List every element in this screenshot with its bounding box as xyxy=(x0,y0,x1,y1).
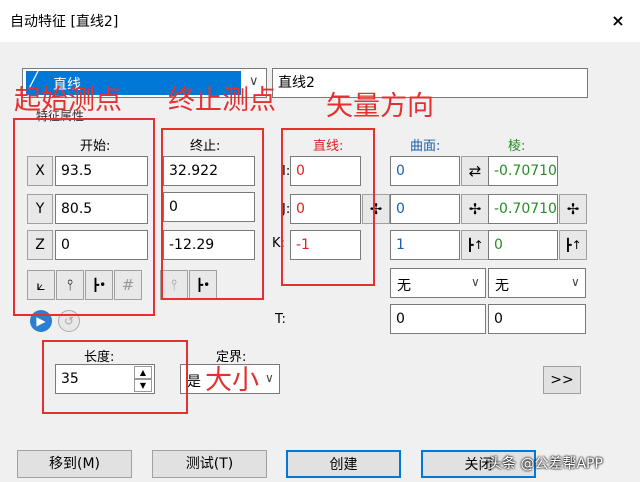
watermark: 头条 @公差帮APP xyxy=(488,456,603,472)
vector-annotation: 矢量方向 xyxy=(326,91,434,122)
surface-t-input[interactable]: 0 xyxy=(390,304,486,334)
t-label: T: xyxy=(275,312,286,327)
start-point-highlight-box xyxy=(13,118,155,316)
start-point-annotation: 起始测点 xyxy=(14,85,122,116)
edge-i-input[interactable]: -0.70710 xyxy=(488,156,558,186)
surface-header: 曲面: xyxy=(410,139,441,154)
bound-value: 是 xyxy=(187,374,201,390)
bound-label: 定界: xyxy=(216,350,247,365)
size-highlight-box xyxy=(42,340,188,414)
edge-perpendicular-icon[interactable]: ┣↑ xyxy=(559,230,587,260)
move-button[interactable]: 移到(M) xyxy=(17,450,132,478)
surface-dropdown[interactable]: 无 ∨ xyxy=(390,268,486,298)
surface-dropdown-value: 无 xyxy=(397,278,411,294)
close-icon[interactable]: × xyxy=(605,10,631,32)
flip-surface-vector-icon[interactable]: ✢ xyxy=(461,194,489,224)
flip-edge-vector-icon[interactable]: ✢ xyxy=(559,194,587,224)
expand-button[interactable]: >> xyxy=(543,366,581,394)
edge-dropdown-value: 无 xyxy=(495,278,509,294)
surface-i-input[interactable]: 0 xyxy=(390,156,460,186)
surface-j-input[interactable]: 0 xyxy=(390,194,460,224)
chevron-down-icon: ∨ xyxy=(471,275,480,289)
perpendicular-icon[interactable]: ┣↑ xyxy=(461,230,489,260)
swap-arrows-icon[interactable]: ⇄ xyxy=(461,156,489,186)
surface-k-input[interactable]: 1 xyxy=(390,230,460,260)
size-annotation: 大小 xyxy=(205,365,259,396)
chevron-down-icon: ∨ xyxy=(265,371,274,385)
edge-dropdown[interactable]: 无 ∨ xyxy=(488,268,586,298)
window-title: 自动特征 [直线2] xyxy=(10,14,119,30)
edge-k-input[interactable]: 0 xyxy=(488,230,558,260)
chevron-down-icon: ∨ xyxy=(571,275,580,289)
end-point-highlight-box xyxy=(161,128,264,300)
edge-t-input[interactable]: 0 xyxy=(488,304,586,334)
test-button[interactable]: 测试(T) xyxy=(152,450,267,478)
create-button[interactable]: 创建 xyxy=(286,450,401,478)
end-point-annotation: 终止测点 xyxy=(168,85,276,116)
edge-j-input[interactable]: -0.70710 xyxy=(488,194,558,224)
edge-header: 棱: xyxy=(508,139,526,154)
vector-highlight-box xyxy=(281,128,375,286)
